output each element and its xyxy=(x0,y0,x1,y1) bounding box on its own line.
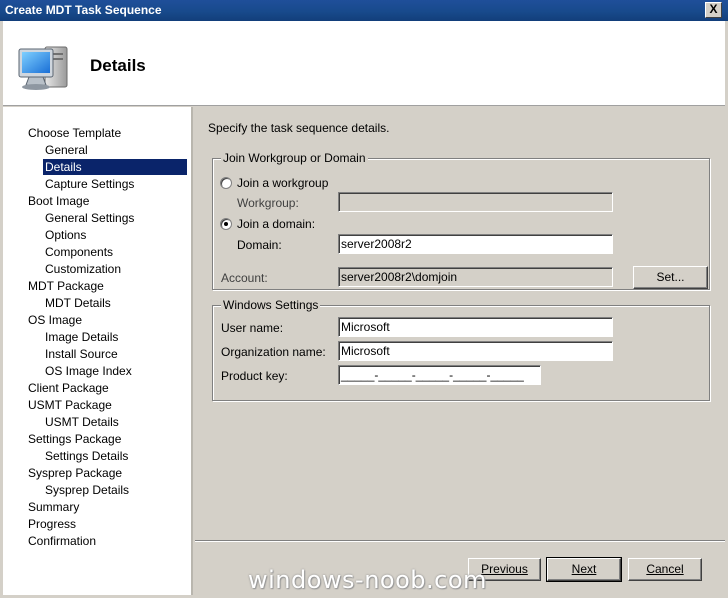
workgroup-label: Workgroup: xyxy=(237,196,299,210)
nav-step-mdt-package: MDT Package xyxy=(28,279,104,293)
nav-step-confirmation: Confirmation xyxy=(28,534,97,548)
nav-step-progress: Progress xyxy=(28,517,77,531)
nav-step-choose-template: Choose Template xyxy=(28,126,122,140)
nav-step-image-details: Image Details xyxy=(45,330,119,344)
nav-step-sysprep-details: Sysprep Details xyxy=(45,483,130,497)
user-name-label: User name: xyxy=(221,321,284,335)
nav-step-options: Options xyxy=(45,228,87,242)
nav-step-capture-settings: Capture Settings xyxy=(45,177,135,191)
nav-step-details: Details xyxy=(43,159,187,175)
account-input[interactable]: server2008r2\domjoin xyxy=(338,267,613,287)
nav-step-mdt-details: MDT Details xyxy=(45,296,111,310)
nav-step-usmt-details: USMT Details xyxy=(45,415,119,429)
cancel-button[interactable]: Cancel xyxy=(628,558,702,581)
workgroup-radio-label: Join a workgroup xyxy=(237,176,329,190)
product-key-input[interactable]: _____-_____-_____-_____-_____ xyxy=(338,365,541,385)
nav-step-settings-package: Settings Package xyxy=(28,432,122,446)
next-button[interactable]: Next xyxy=(546,557,622,582)
join-domain-radio[interactable]: Join a domain: xyxy=(220,217,315,231)
nav-step-summary: Summary xyxy=(28,500,80,514)
window-title: Create MDT Task Sequence xyxy=(5,3,162,17)
domain-radio-button[interactable] xyxy=(220,218,232,230)
cancel-button-label: Cancel xyxy=(646,562,684,576)
nav-step-usmt-package: USMT Package xyxy=(28,398,112,412)
nav-step-install-source: Install Source xyxy=(45,347,118,361)
title-bar[interactable]: Create MDT Task Sequence X xyxy=(0,0,728,21)
nav-step-general: General xyxy=(45,143,88,157)
organization-name-label: Organization name: xyxy=(221,345,326,359)
nav-step-settings-details: Settings Details xyxy=(45,449,129,463)
user-name-input[interactable]: Microsoft xyxy=(338,317,613,337)
product-key-label: Product key: xyxy=(221,369,288,383)
details-panel: Specify the task sequence details. Join … xyxy=(195,107,725,540)
set-account-button[interactable]: Set... xyxy=(633,266,708,289)
workgroup-input[interactable] xyxy=(338,192,613,212)
domain-radio-label: Join a domain: xyxy=(237,217,316,231)
wizard-header: Details xyxy=(3,21,725,106)
nav-step-client-package: Client Package xyxy=(28,381,109,395)
nav-step-customization: Customization xyxy=(45,262,122,276)
domain-input[interactable]: server2008r2 xyxy=(338,234,613,254)
next-button-label: Next xyxy=(571,562,597,576)
previous-button-label: Previous xyxy=(481,562,528,576)
join-workgroup-domain-group: Join Workgroup or Domain Join a workgrou… xyxy=(212,151,710,290)
page-title: Details xyxy=(90,56,146,75)
windows-settings-title: Windows Settings xyxy=(221,298,321,312)
wizard-step-list: Choose Template General Details Capture Set… xyxy=(3,107,193,595)
nav-step-os-image: OS Image xyxy=(28,313,83,327)
nav-step-sysprep-package: Sysprep Package xyxy=(28,466,123,480)
computer-icon xyxy=(18,46,68,90)
instruction-text: Specify the task sequence details. xyxy=(208,121,390,135)
windows-settings-group: Windows Settings User name: Microsoft Or… xyxy=(212,298,710,401)
wizard-window: Create MDT Task Sequence X Details Choos… xyxy=(0,0,728,598)
nav-step-os-image-index: OS Image Index xyxy=(45,364,132,378)
close-button[interactable]: X xyxy=(705,2,722,18)
account-label: Account: xyxy=(221,271,268,285)
join-workgroup-radio[interactable]: Join a workgroup xyxy=(220,176,328,190)
watermark-text: windows-noob.com xyxy=(248,566,487,594)
nav-step-boot-image: Boot Image xyxy=(28,194,90,208)
join-group-title: Join Workgroup or Domain xyxy=(221,151,368,165)
nav-step-general-settings: General Settings xyxy=(45,211,135,225)
domain-label: Domain: xyxy=(237,238,282,252)
nav-step-components: Components xyxy=(45,245,114,259)
workgroup-radio-button[interactable] xyxy=(220,177,232,189)
organization-name-input[interactable]: Microsoft xyxy=(338,341,613,361)
